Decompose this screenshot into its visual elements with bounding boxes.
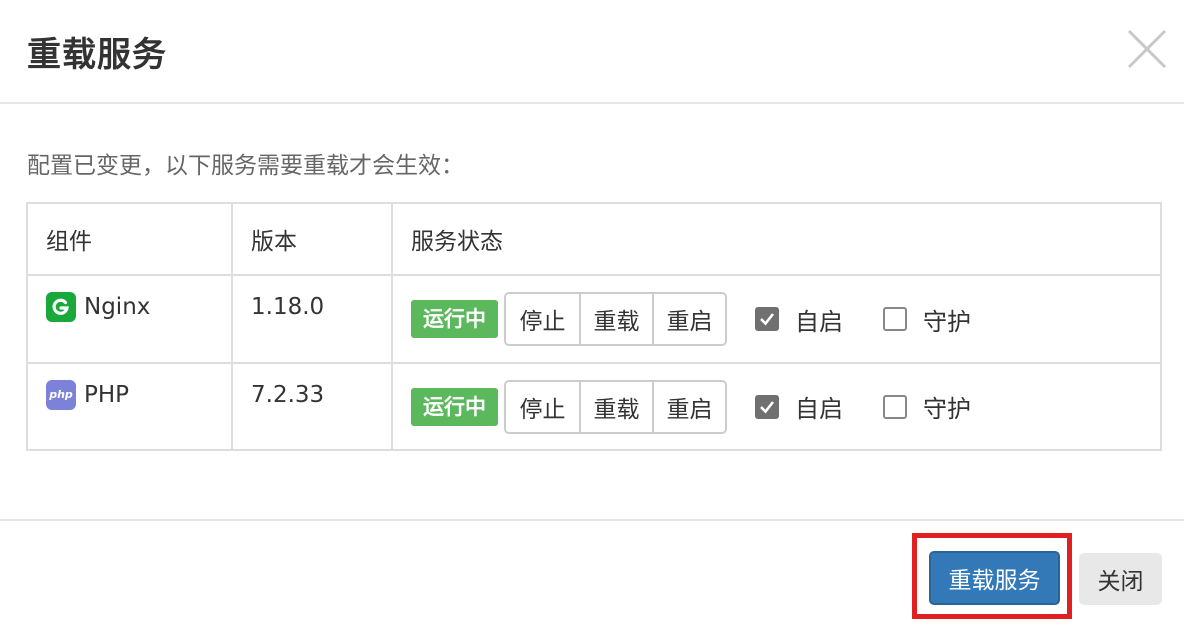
footer-divider (0, 519, 1184, 521)
action-button-group: 停止 重载 重启 (504, 292, 727, 346)
notice-text: 配置已变更，以下服务需要重载才会生效： (27, 153, 464, 179)
version-cell: 7.2.33 (231, 362, 393, 451)
component-name: PHP (84, 381, 130, 408)
autostart-toggle[interactable]: 自启 (755, 389, 843, 424)
checkmark-icon (760, 400, 775, 413)
close-icon[interactable] (1126, 28, 1168, 70)
guard-label: 守护 (923, 307, 971, 336)
component-name: Nginx (84, 294, 151, 320)
autostart-checkbox[interactable] (755, 307, 779, 331)
autostart-label: 自启 (795, 395, 843, 423)
guard-checkbox[interactable] (883, 307, 907, 331)
table-row: php PHP 7.2.33 运行中 停止 重载 重启 自启 守护 (26, 362, 1162, 451)
reload-button[interactable]: 重载 (579, 381, 652, 432)
status-badge: 运行中 (411, 300, 498, 338)
close-button[interactable]: 关闭 (1079, 553, 1162, 605)
services-table: 组件 版本 服务状态 Nginx 1.18.0 运行中 停止 重载 重启 自启 … (26, 202, 1162, 451)
header-component: 组件 (26, 202, 233, 276)
dialog-title: 重载服务 (27, 35, 167, 75)
status-badge: 运行中 (411, 387, 498, 426)
version-value: 7.2.33 (251, 381, 325, 408)
guard-toggle[interactable]: 守护 (883, 389, 971, 424)
table-row: Nginx 1.18.0 运行中 停止 重载 重启 自启 守护 (26, 274, 1162, 364)
header-status: 服务状态 (391, 202, 1162, 276)
guard-label: 守护 (923, 395, 971, 423)
checkmark-icon (760, 313, 775, 326)
dialog-header: 重载服务 (0, 0, 1184, 104)
table-header-row: 组件 版本 服务状态 (26, 202, 1162, 276)
autostart-toggle[interactable]: 自启 (755, 302, 843, 337)
nginx-icon (46, 292, 76, 322)
guard-toggle[interactable]: 守护 (883, 302, 971, 337)
php-icon: php (46, 379, 76, 410)
status-cell: 运行中 停止 重载 重启 自启 守护 (391, 274, 1162, 364)
restart-button[interactable]: 重启 (652, 381, 725, 432)
stop-button[interactable]: 停止 (506, 381, 579, 432)
guard-checkbox[interactable] (883, 394, 907, 419)
component-cell: php PHP (26, 362, 233, 451)
reload-button[interactable]: 重载 (579, 294, 652, 344)
reload-services-button[interactable]: 重载服务 (929, 551, 1060, 605)
component-cell: Nginx (26, 274, 233, 364)
autostart-label: 自启 (795, 307, 843, 336)
stop-button[interactable]: 停止 (506, 294, 579, 344)
restart-button[interactable]: 重启 (652, 294, 725, 344)
action-button-group: 停止 重载 重启 (504, 379, 727, 434)
version-cell: 1.18.0 (231, 274, 393, 364)
status-cell: 运行中 停止 重载 重启 自启 守护 (391, 362, 1162, 451)
autostart-checkbox[interactable] (755, 394, 779, 419)
header-version: 版本 (231, 202, 393, 276)
version-value: 1.18.0 (251, 294, 325, 320)
php-icon-text: php (49, 388, 73, 401)
